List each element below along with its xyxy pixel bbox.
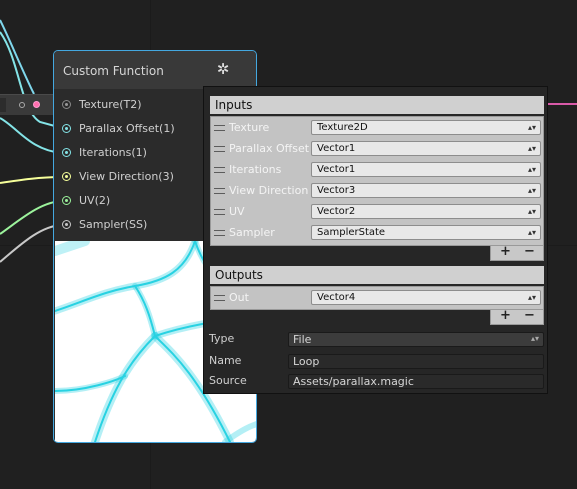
- name-value: Loop: [293, 355, 320, 368]
- outputs-footer: + −: [490, 308, 544, 325]
- upstream-output-port[interactable]: [33, 101, 40, 108]
- inputs-list: Texture Texture2D ▴▾ Parallax Offset Vec…: [210, 116, 544, 246]
- outputs-list: Out Vector4 ▴▾: [210, 286, 544, 310]
- type-dropdown[interactable]: File ▴▾: [288, 332, 544, 347]
- drag-handle-icon[interactable]: [214, 167, 225, 173]
- upstream-node[interactable]: [0, 94, 56, 115]
- input-type-dropdown[interactable]: Vector2 ▴▾: [311, 204, 541, 219]
- port-circle-icon[interactable]: [62, 148, 71, 157]
- input-type-dropdown[interactable]: Vector1 ▴▾: [311, 141, 541, 156]
- dropdown-value: Vector4: [317, 292, 356, 303]
- input-row[interactable]: Texture Texture2D ▴▾: [211, 118, 543, 139]
- input-row[interactable]: Parallax Offset Vector1 ▴▾: [211, 139, 543, 160]
- input-name[interactable]: Sampler: [229, 226, 311, 239]
- upstream-value-field[interactable]: [0, 98, 6, 112]
- input-type-dropdown[interactable]: Vector1 ▴▾: [311, 162, 541, 177]
- upstream-port[interactable]: [19, 102, 25, 108]
- port-label: Texture(T2): [79, 98, 142, 111]
- port-label: Sampler(SS): [79, 218, 148, 231]
- remove-output-button[interactable]: −: [524, 308, 535, 323]
- input-row[interactable]: Iterations Vector1 ▴▾: [211, 160, 543, 181]
- dropdown-arrow-icon: ▴▾: [527, 165, 536, 174]
- remove-input-button[interactable]: −: [524, 244, 535, 259]
- gear-icon[interactable]: ✲: [215, 61, 231, 77]
- dropdown-value: Texture2D: [317, 122, 368, 133]
- input-name[interactable]: Texture: [229, 121, 311, 134]
- input-row[interactable]: View Direction Vector3 ▴▾: [211, 181, 543, 202]
- dropdown-arrow-icon: ▴▾: [530, 334, 539, 343]
- dropdown-arrow-icon: ▴▾: [527, 123, 536, 132]
- dropdown-value: Vector1: [317, 164, 356, 175]
- input-type-dropdown[interactable]: Texture2D ▴▾: [311, 120, 541, 135]
- input-name[interactable]: Parallax Offset: [229, 142, 311, 155]
- inputs-header: Inputs: [210, 96, 544, 114]
- port-circle-icon[interactable]: [62, 220, 71, 229]
- name-field[interactable]: Loop: [288, 354, 544, 369]
- input-row[interactable]: UV Vector2 ▴▾: [211, 202, 543, 223]
- output-name[interactable]: Out: [229, 291, 311, 304]
- dropdown-arrow-icon: ▴▾: [527, 186, 536, 195]
- drag-handle-icon[interactable]: [214, 295, 225, 301]
- dropdown-value: Vector3: [317, 185, 356, 196]
- port-label: View Direction(3): [79, 170, 174, 183]
- source-value: Assets/parallax.magic: [293, 375, 414, 388]
- type-label: Type: [209, 332, 235, 345]
- source-field[interactable]: Assets/parallax.magic: [288, 374, 544, 389]
- output-wire: [548, 103, 577, 105]
- port-circle-icon[interactable]: [62, 196, 71, 205]
- drag-handle-icon[interactable]: [214, 188, 225, 194]
- inputs-footer: + −: [490, 244, 544, 261]
- port-circle-icon[interactable]: [62, 172, 71, 181]
- custom-function-inspector: Inputs Texture Texture2D ▴▾ Parallax Off…: [203, 86, 548, 394]
- port-circle-icon[interactable]: [62, 124, 71, 133]
- dropdown-arrow-icon: ▴▾: [527, 228, 536, 237]
- add-output-button[interactable]: +: [500, 308, 511, 323]
- input-name[interactable]: View Direction: [229, 184, 311, 197]
- drag-handle-icon[interactable]: [214, 146, 225, 152]
- dropdown-arrow-icon: ▴▾: [527, 293, 536, 302]
- input-type-dropdown[interactable]: SamplerState ▴▾: [311, 225, 541, 240]
- drag-handle-icon[interactable]: [214, 125, 225, 131]
- node-header[interactable]: Custom Function ✲: [54, 51, 256, 89]
- input-row[interactable]: Sampler SamplerState ▴▾: [211, 223, 543, 244]
- source-label: Source: [209, 374, 247, 387]
- node-title: Custom Function: [63, 64, 164, 78]
- input-name[interactable]: UV: [229, 205, 311, 218]
- port-label: Iterations(1): [79, 146, 147, 159]
- dropdown-value: Vector1: [317, 143, 356, 154]
- name-label: Name: [209, 354, 242, 367]
- port-label: Parallax Offset(1): [79, 122, 175, 135]
- port-circle-icon[interactable]: [62, 100, 71, 109]
- wire-texture: [0, 19, 35, 95]
- port-label: UV(2): [79, 194, 111, 207]
- outputs-header: Outputs: [210, 266, 544, 284]
- dropdown-value: SamplerState: [317, 227, 386, 238]
- output-type-dropdown[interactable]: Vector4 ▴▾: [311, 290, 541, 305]
- type-value: File: [293, 333, 312, 346]
- dropdown-value: Vector2: [317, 206, 356, 217]
- input-type-dropdown[interactable]: Vector3 ▴▾: [311, 183, 541, 198]
- dropdown-arrow-icon: ▴▾: [527, 144, 536, 153]
- input-name[interactable]: Iterations: [229, 163, 311, 176]
- drag-handle-icon[interactable]: [214, 209, 225, 215]
- drag-handle-icon[interactable]: [214, 230, 225, 236]
- output-row[interactable]: Out Vector4 ▴▾: [211, 288, 543, 309]
- add-input-button[interactable]: +: [500, 244, 511, 259]
- dropdown-arrow-icon: ▴▾: [527, 207, 536, 216]
